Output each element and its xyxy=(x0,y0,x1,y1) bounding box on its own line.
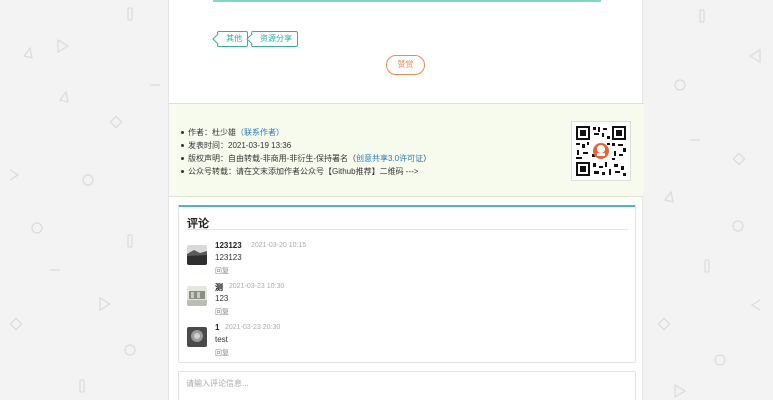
comment-author: 测 xyxy=(215,283,223,292)
reward-button[interactable]: 赞赏 xyxy=(386,55,425,75)
publish-time: 2021-03-19 13:36 xyxy=(228,141,292,150)
author-label: 作者： xyxy=(188,128,212,137)
comment-author: 123123 xyxy=(215,241,242,250)
comment-content: 123123 xyxy=(215,253,242,262)
avatar xyxy=(187,327,207,347)
tag-other[interactable]: 其他 xyxy=(217,31,248,47)
comment-content: 123 xyxy=(215,294,229,303)
content-divider xyxy=(213,0,601,2)
reply-link[interactable]: 回复 xyxy=(215,266,229,276)
license-link[interactable]: 创意共享3.0许可证 xyxy=(356,154,423,163)
license-line: 版权声明：自由转载-非商用-非衍生-保持署名（创意共享3.0许可证） xyxy=(181,152,431,165)
qr-code-icon xyxy=(571,121,631,181)
comment-divider xyxy=(187,229,628,230)
comment-author: 1 xyxy=(215,323,220,332)
repost-text: 请在文末添加作者公众号【Github推荐】二维码 ---> xyxy=(236,167,419,176)
repost-label: 公众号转载： xyxy=(188,167,236,176)
comment-item: 1 2021-03-23 20:30 test 回复 xyxy=(187,323,627,363)
publish-time-line: 发表时间：2021-03-19 13:36 xyxy=(181,139,431,152)
comment-time: 2021-03-23 20:30 xyxy=(225,324,281,331)
copyright-list: 作者：杜少雄（联系作者） 发表时间：2021-03-19 13:36 版权声明：… xyxy=(181,126,431,178)
comment-section: 评论 123123 2021-03-20 10:15 123123 回复 测 2… xyxy=(178,205,636,363)
comment-item: 测 2021-03-23 10:30 123 回复 xyxy=(187,282,627,322)
author-name: 杜少雄 xyxy=(212,128,236,137)
avatar xyxy=(187,286,207,306)
copyright-box: 作者：杜少雄（联系作者） 发表时间：2021-03-19 13:36 版权声明：… xyxy=(169,103,644,197)
qr-code-graphic xyxy=(574,124,628,178)
license-text: 自由转载-非商用-非衍生-保持署名（ xyxy=(228,154,356,163)
comment-content: test xyxy=(215,335,228,344)
comment-time: 2021-03-23 10:30 xyxy=(229,283,285,290)
author-line: 作者：杜少雄（联系作者） xyxy=(181,126,431,139)
comment-input[interactable]: 请输入评论信息... xyxy=(178,371,636,400)
repost-line: 公众号转载：请在文末添加作者公众号【Github推荐】二维码 ---> xyxy=(181,165,431,178)
reply-link[interactable]: 回复 xyxy=(215,348,229,358)
tag-resource-sharing[interactable]: 资源分享 xyxy=(251,31,298,47)
avatar xyxy=(187,245,207,265)
license-label: 版权声明： xyxy=(188,154,228,163)
article-container: 其他 资源分享 赞赏 作者：杜少雄（联系作者） 发表时间：2021-03-19 … xyxy=(168,0,644,400)
publish-label: 发表时间： xyxy=(188,141,228,150)
comment-item: 123123 2021-03-20 10:15 123123 回复 xyxy=(187,241,627,281)
license-end: ） xyxy=(423,154,432,163)
comment-time: 2021-03-20 10:15 xyxy=(251,242,307,249)
contact-author-link[interactable]: （联系作者） xyxy=(236,128,284,137)
reply-link[interactable]: 回复 xyxy=(215,307,229,317)
